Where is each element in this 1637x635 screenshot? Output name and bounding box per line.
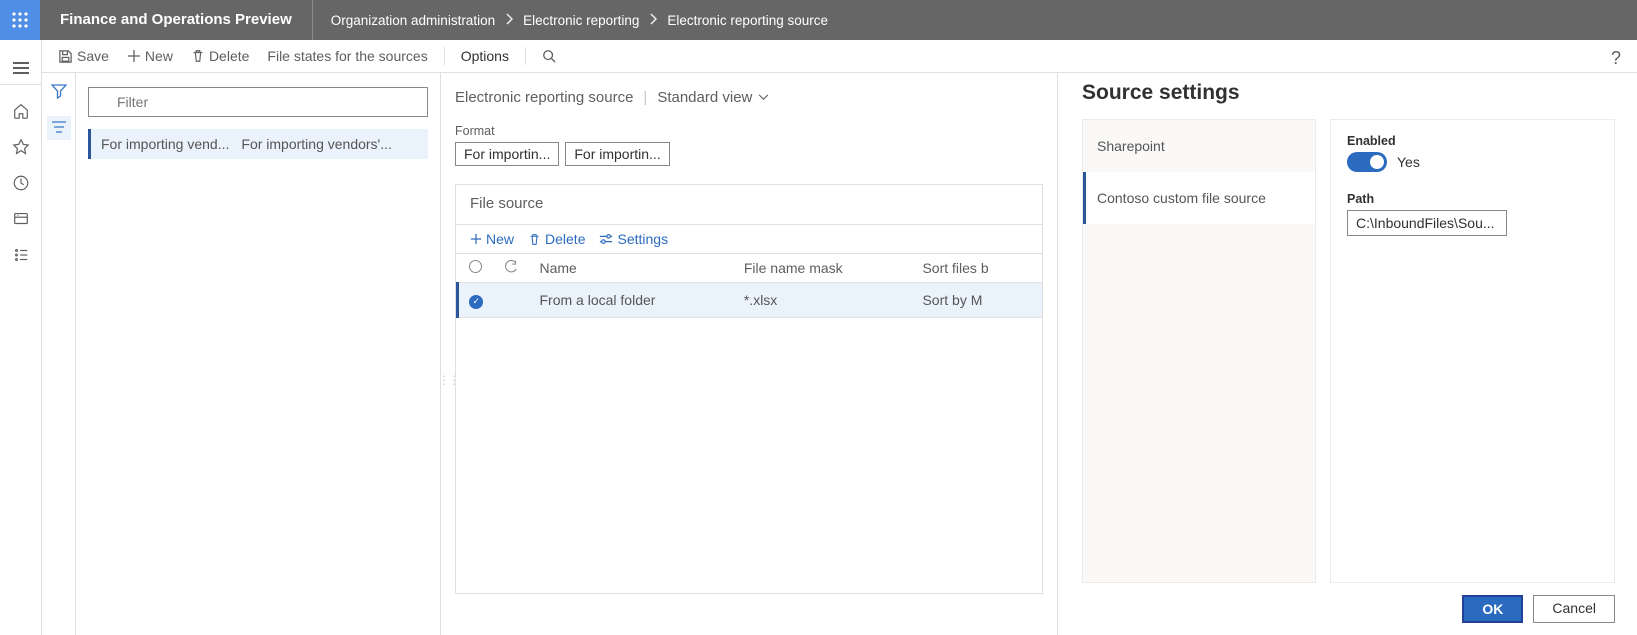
plus-icon [127,49,141,63]
filter-input[interactable] [88,87,428,117]
col-name[interactable]: Name [530,254,734,283]
format-value-2[interactable]: For importin... [565,142,669,166]
chevron-right-icon [505,13,513,28]
list-nav-col [42,73,76,635]
save-label: Save [77,48,109,64]
chevron-right-icon [649,13,657,28]
flyout-form: Enabled Yes Path C:\InboundFiles\Sou... [1330,119,1615,583]
star-icon[interactable] [11,137,31,157]
delete-label: Delete [209,48,249,64]
table-row[interactable]: ✓ From a local folder *.xlsx Sort by M [458,283,1043,318]
hamburger-icon [13,67,29,69]
splitter-handle[interactable]: ⋮⋮ [438,373,458,387]
breadcrumb-item[interactable]: Electronic reporting [523,13,639,28]
file-states-button[interactable]: File states for the sources [261,48,433,64]
help-icon[interactable]: ? [1611,48,1621,69]
chevron-down-icon [758,94,769,101]
cell-sort: Sort by M [912,283,1042,318]
search-button[interactable] [536,49,562,63]
format-value-1[interactable]: For importin... [455,142,559,166]
command-bar: Save New Delete File states for the sour… [42,40,1637,73]
search-icon [542,49,556,63]
new-button[interactable]: New [121,48,179,64]
list-item-col1: For importing vend... [101,136,229,152]
cell-name: From a local folder [530,283,734,318]
settings-icon [599,233,613,245]
refresh-icon [505,260,518,273]
waffle-icon [11,11,29,29]
file-source-delete-button[interactable]: Delete [528,231,585,247]
enabled-value: Yes [1397,154,1420,170]
check-icon: ✓ [469,295,483,309]
filter-icon[interactable] [51,83,67,102]
file-source-grid: Name File name mask Sort files b ✓ From … [456,254,1042,318]
source-settings-flyout: Source settings Sharepoint Contoso custo… [1057,73,1637,635]
home-icon[interactable] [11,101,31,121]
app-launcher-button[interactable] [0,0,40,40]
ok-button[interactable]: OK [1462,595,1523,623]
breadcrumb-item[interactable]: Electronic reporting source [667,13,828,28]
path-input[interactable]: C:\InboundFiles\Sou... [1347,210,1507,236]
app-name: Finance and Operations Preview [40,0,313,40]
separator [444,47,445,65]
col-mask[interactable]: File name mask [734,254,913,283]
path-label: Path [1347,192,1598,206]
workspace-icon[interactable] [11,209,31,229]
view-selector[interactable]: Standard view [657,89,769,106]
save-icon [58,49,73,64]
plus-icon [470,233,482,245]
tab-contoso-custom[interactable]: Contoso custom file source [1083,172,1315,224]
settings-label: Settings [617,231,668,247]
options-button[interactable]: Options [455,48,515,64]
flyout-title: Source settings [1082,81,1615,105]
enabled-toggle[interactable] [1347,152,1387,172]
nav-toggle-button[interactable] [0,52,42,85]
file-source-title: File source [456,185,1042,225]
save-button[interactable]: Save [52,48,115,64]
left-rail [0,40,42,635]
title-bar: Finance and Operations Preview Organizat… [0,0,1637,40]
new-label: New [145,48,173,64]
cancel-button[interactable]: Cancel [1533,595,1615,623]
view-label: Standard view [657,89,752,106]
format-label: Format [455,124,1043,138]
file-source-cmdbar: New Delete Settings [456,225,1042,254]
modules-icon[interactable] [11,245,31,265]
delete-label: Delete [545,231,585,247]
tab-sharepoint[interactable]: Sharepoint [1083,120,1315,172]
list-icon[interactable] [47,116,71,140]
list-pane: For importing vend... For importing vend… [76,73,441,635]
main-panel: ⋮⋮ Electronic reporting source | Standar… [441,73,1057,635]
enabled-label: Enabled [1347,134,1598,148]
col-sort[interactable]: Sort files b [912,254,1042,283]
clock-icon[interactable] [11,173,31,193]
trash-icon [528,233,541,246]
separator: | [643,89,647,106]
separator [525,47,526,65]
flyout-tabs: Sharepoint Contoso custom file source [1082,119,1316,583]
file-source-new-button[interactable]: New [470,231,514,247]
col-select[interactable] [458,254,494,283]
trash-icon [191,49,205,63]
file-source-settings-button[interactable]: Settings [599,231,668,247]
file-states-label: File states for the sources [267,48,427,64]
list-item-col2: For importing vendors'... [241,136,392,152]
list-item[interactable]: For importing vend... For importing vend… [88,129,428,159]
cell-mask: *.xlsx [734,283,913,318]
options-label: Options [461,48,509,64]
breadcrumb: Organization administration Electronic r… [313,13,828,28]
breadcrumb-item[interactable]: Organization administration [331,13,495,28]
col-refresh[interactable] [494,254,530,283]
page-title: Electronic reporting source [455,89,633,106]
delete-button[interactable]: Delete [185,48,255,64]
new-label: New [486,231,514,247]
file-source-panel: File source New Delete Settings [455,184,1043,594]
